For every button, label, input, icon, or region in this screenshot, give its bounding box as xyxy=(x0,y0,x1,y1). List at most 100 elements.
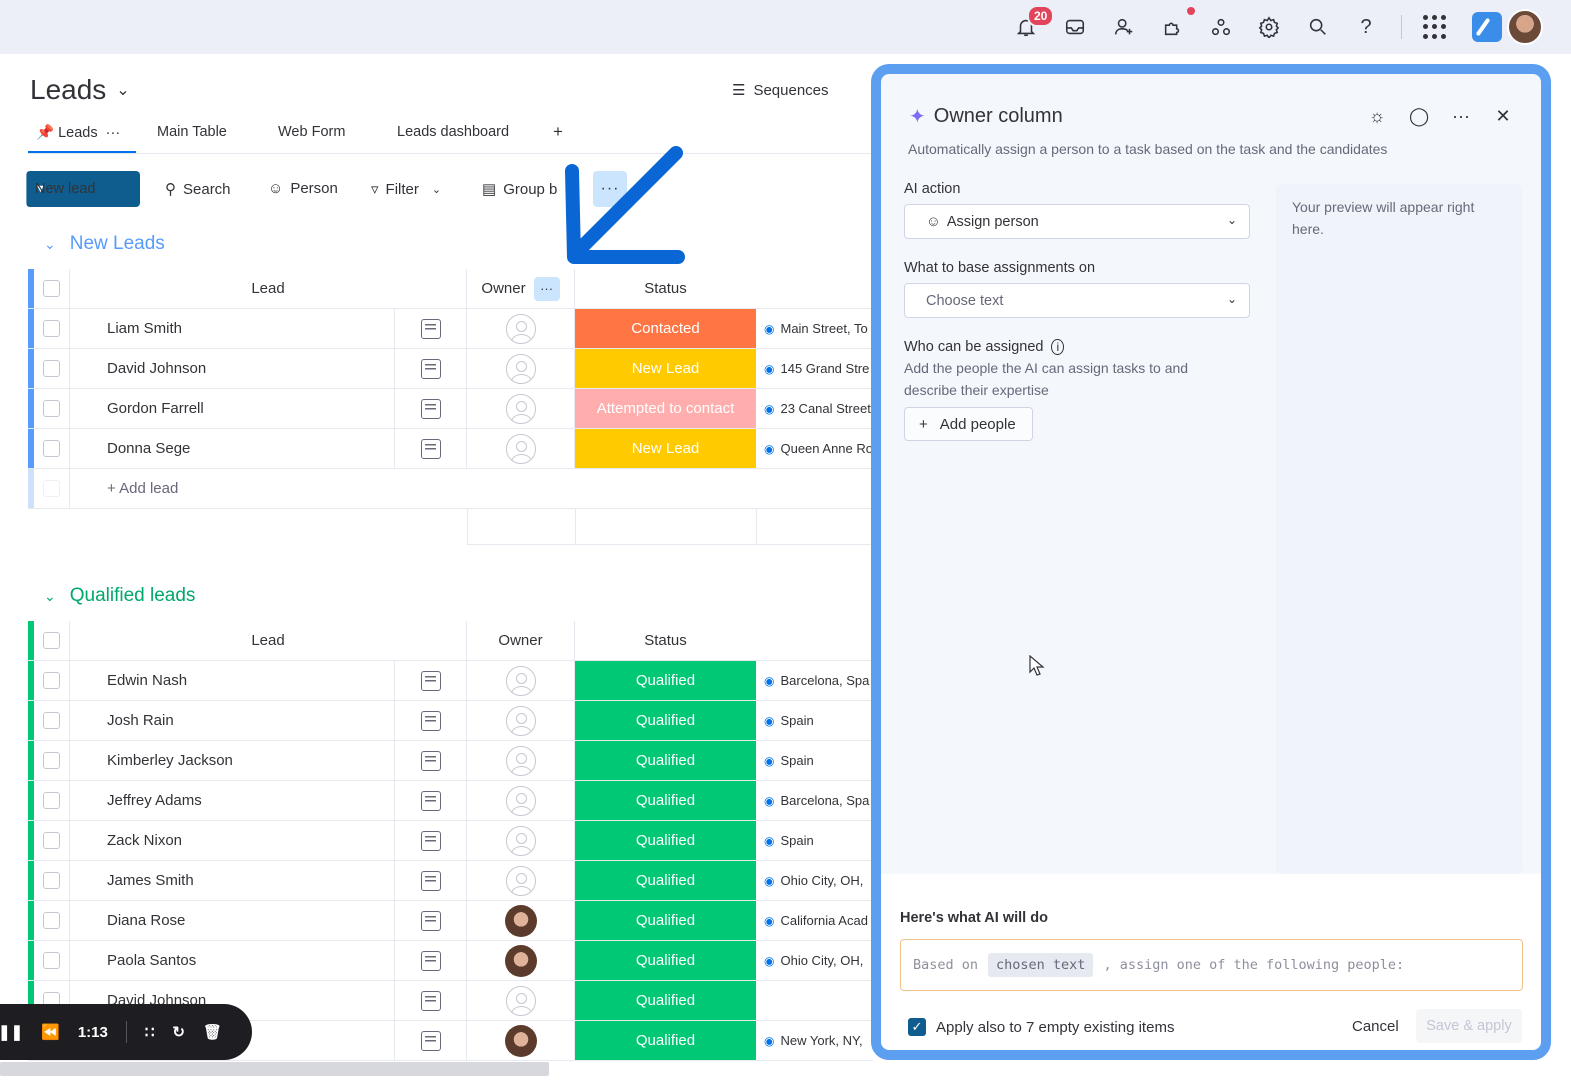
item-updates-button[interactable] xyxy=(395,941,467,980)
column-header-lead[interactable]: Lead xyxy=(70,621,467,660)
lightbulb-icon[interactable]: ☼ xyxy=(1367,106,1387,127)
row-checkbox[interactable] xyxy=(34,901,70,940)
empty-owner-icon[interactable] xyxy=(505,985,536,1016)
sequences-button[interactable]: ☰ Sequences xyxy=(732,81,829,100)
owner-cell[interactable] xyxy=(467,941,575,980)
location-cell[interactable]: ◉ California Acad xyxy=(756,901,873,940)
owner-cell[interactable] xyxy=(467,781,575,820)
row-checkbox[interactable] xyxy=(34,861,70,900)
table-row[interactable]: David Johnson New Lead ◉ 145 Grand Stre xyxy=(28,349,873,389)
item-updates-button[interactable] xyxy=(395,901,467,940)
lead-name[interactable]: Diana Rose xyxy=(70,901,395,940)
lead-name[interactable]: Edwin Nash xyxy=(70,661,395,700)
group-by-button[interactable]: ▤ Group b xyxy=(482,180,557,199)
status-cell[interactable]: Qualified xyxy=(575,821,756,860)
inbox-icon[interactable] xyxy=(1062,14,1088,40)
empty-owner-icon[interactable] xyxy=(505,705,536,736)
status-cell[interactable]: Qualified xyxy=(575,861,756,900)
lead-name[interactable]: Paola Santos xyxy=(70,941,395,980)
invite-user-icon[interactable] xyxy=(1111,14,1137,40)
tab-leads-dashboard[interactable]: Leads dashboard xyxy=(397,124,509,140)
search-button[interactable]: ⚲ Search xyxy=(165,180,231,199)
status-cell[interactable]: Qualified xyxy=(575,981,756,1020)
feedback-icon[interactable]: ◯ xyxy=(1409,106,1429,127)
empty-owner-icon[interactable] xyxy=(505,825,536,856)
row-checkbox[interactable] xyxy=(34,701,70,740)
apply-checkbox[interactable]: ✓ xyxy=(908,1018,926,1036)
row-checkbox[interactable] xyxy=(34,429,70,468)
empty-owner-icon[interactable] xyxy=(505,745,536,776)
status-cell[interactable]: New Lead xyxy=(575,429,756,468)
owner-cell[interactable] xyxy=(467,981,575,1020)
apps-icon[interactable] xyxy=(1208,14,1234,40)
table-row[interactable]: Jeffrey Adams Qualified ◉ Barcelona, Spa xyxy=(28,781,873,821)
row-checkbox[interactable] xyxy=(34,941,70,980)
more-icon[interactable]: ··· xyxy=(1451,106,1471,127)
status-cell[interactable]: Contacted xyxy=(575,309,756,348)
owner-cell[interactable] xyxy=(467,349,575,388)
location-cell[interactable]: ◉ New York, NY, xyxy=(756,1021,873,1060)
item-updates-button[interactable] xyxy=(395,309,467,348)
group-qualified-title[interactable]: ⌄ Qualified leads xyxy=(44,585,195,607)
apply-existing-option[interactable]: ✓ Apply also to 7 empty existing items xyxy=(908,1018,1174,1036)
pause-icon[interactable]: ❚❚ xyxy=(0,1023,23,1041)
lead-name[interactable]: Zack Nixon xyxy=(70,821,395,860)
select-all-checkbox[interactable] xyxy=(34,269,70,308)
empty-owner-icon[interactable] xyxy=(505,353,536,384)
column-header-owner[interactable]: Owner ··· xyxy=(467,269,575,308)
empty-owner-icon[interactable] xyxy=(505,393,536,424)
status-cell[interactable]: Qualified xyxy=(575,741,756,780)
status-cell[interactable]: Qualified xyxy=(575,1021,756,1060)
location-cell[interactable] xyxy=(756,981,873,1020)
column-header-status[interactable]: Status xyxy=(575,621,756,660)
empty-owner-icon[interactable] xyxy=(505,665,536,696)
lead-name[interactable]: David Johnson xyxy=(70,349,395,388)
person-filter-button[interactable]: ☺ Person xyxy=(268,180,338,197)
save-apply-button[interactable]: Save & apply xyxy=(1416,1009,1522,1043)
row-checkbox[interactable] xyxy=(34,349,70,388)
ai-action-select[interactable]: ☺ Assign person ⌄ xyxy=(904,204,1250,239)
row-checkbox[interactable] xyxy=(34,781,70,820)
location-cell[interactable]: ◉ Queen Anne Ro xyxy=(756,429,873,468)
item-updates-button[interactable] xyxy=(395,1021,467,1060)
column-header-lead[interactable]: Lead xyxy=(70,269,467,308)
owner-cell[interactable] xyxy=(467,821,575,860)
row-checkbox[interactable] xyxy=(34,389,70,428)
cancel-button[interactable]: Cancel xyxy=(1352,1018,1399,1035)
status-cell[interactable]: Qualified xyxy=(575,781,756,820)
location-cell[interactable]: ◉ Spain xyxy=(756,741,873,780)
empty-owner-icon[interactable] xyxy=(505,865,536,896)
lead-name[interactable]: Donna Sege xyxy=(70,429,395,468)
tab-main-table[interactable]: Main Table xyxy=(157,124,227,140)
location-cell[interactable]: ◉ 23 Canal Street xyxy=(756,389,873,428)
filter-button[interactable]: ▿ Filter ⌄ xyxy=(371,180,441,199)
group-new-leads-title[interactable]: ⌄ New Leads xyxy=(44,233,165,255)
help-icon[interactable]: ? xyxy=(1353,14,1379,40)
location-cell[interactable]: ◉ 145 Grand Stre xyxy=(756,349,873,388)
item-updates-button[interactable] xyxy=(395,389,467,428)
board-title[interactable]: Leads ⌄ xyxy=(30,74,130,106)
new-lead-button[interactable]: New lead ▼ xyxy=(26,171,140,207)
info-icon[interactable]: i xyxy=(1051,339,1065,355)
user-avatar[interactable] xyxy=(1507,9,1543,45)
restart-icon[interactable]: ↻ xyxy=(172,1023,185,1041)
owner-cell[interactable] xyxy=(467,661,575,700)
empty-owner-icon[interactable] xyxy=(505,785,536,816)
location-cell[interactable]: ◉ Main Street, To xyxy=(756,309,873,348)
owner-cell[interactable] xyxy=(467,701,575,740)
table-row[interactable]: Gordon Farrell Attempted to contact ◉ 23 Ca… xyxy=(28,389,873,429)
row-checkbox[interactable] xyxy=(34,309,70,348)
status-cell[interactable]: Qualified xyxy=(575,941,756,980)
lead-name[interactable]: Josh Rain xyxy=(70,701,395,740)
table-row[interactable]: James Smith Qualified ◉ Ohio City, OH, xyxy=(28,861,873,901)
select-all-checkbox[interactable] xyxy=(34,621,70,660)
location-cell[interactable]: ◉ Barcelona, Spa xyxy=(756,781,873,820)
rewind-icon[interactable]: ⏪ xyxy=(41,1023,60,1041)
location-cell[interactable]: ◉ Barcelona, Spa xyxy=(756,661,873,700)
owner-cell[interactable] xyxy=(467,1021,575,1060)
empty-owner-icon[interactable] xyxy=(505,433,536,464)
lead-name[interactable]: James Smith xyxy=(70,861,395,900)
item-updates-button[interactable] xyxy=(395,429,467,468)
table-row[interactable]: Diana Rose Qualified ◉ California Acad xyxy=(28,901,873,941)
item-updates-button[interactable] xyxy=(395,821,467,860)
